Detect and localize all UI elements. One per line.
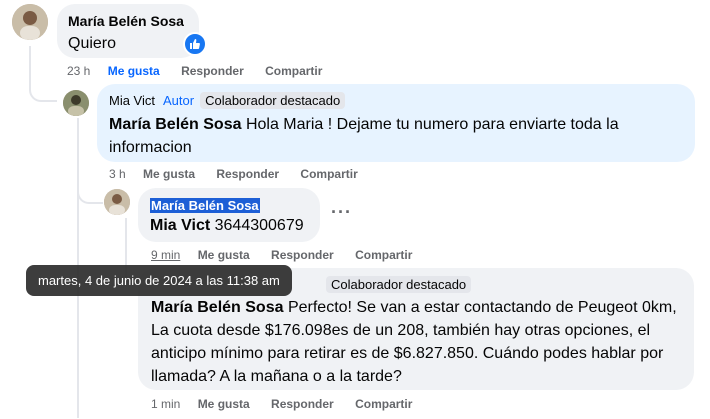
share-button[interactable]: Compartir xyxy=(265,64,322,78)
ellipsis-icon[interactable]: ··· xyxy=(331,202,352,223)
author-badge: Autor xyxy=(163,93,195,108)
share-button[interactable]: Compartir xyxy=(355,397,412,411)
like-button[interactable]: Me gusta xyxy=(108,64,160,78)
comment-text-block: Mia Vict 3644300679 xyxy=(150,214,304,237)
comment-author-wrap: María Belén Sosa xyxy=(150,197,260,215)
comment-text-block: María Belén Sosa Perfecto! Se van a esta… xyxy=(151,296,683,388)
role-badge: Colaborador destacado xyxy=(326,276,472,293)
like-button[interactable]: Me gusta xyxy=(143,167,195,181)
comment-text: Quiero xyxy=(68,35,117,52)
comment-bubble: Mia Vict Autor Colaborador destacado María… xyxy=(97,84,695,162)
share-button[interactable]: Compartir xyxy=(355,248,412,262)
thread-connector xyxy=(29,78,57,102)
avatar[interactable] xyxy=(63,90,89,116)
reply-button[interactable]: Responder xyxy=(271,248,334,262)
like-reaction-icon[interactable] xyxy=(183,32,207,56)
comment-time[interactable]: 9 min xyxy=(151,248,180,262)
comment-actions: 9 min Me gusta Responder Compartir xyxy=(151,248,430,262)
share-button[interactable]: Compartir xyxy=(300,167,357,181)
comment-actions: 23 h Me gusta Responder Compartir xyxy=(67,64,340,78)
comment-time[interactable]: 23 h xyxy=(67,64,90,78)
comment-header: Colaborador destacado xyxy=(320,276,472,293)
mention-link[interactable]: María Belén Sosa xyxy=(109,116,242,133)
comment-author[interactable]: Mia Vict xyxy=(109,93,155,108)
mention-link[interactable]: María Belén Sosa xyxy=(151,299,284,316)
reply-button[interactable]: Responder xyxy=(216,167,279,181)
comment-bubble: María Belén Sosa Quiero xyxy=(57,4,199,58)
reply-button[interactable]: Responder xyxy=(271,397,334,411)
comment-actions: 1 min Me gusta Responder Compartir xyxy=(151,397,430,411)
comment-author[interactable]: María Belén Sosa xyxy=(150,198,260,213)
timestamp-tooltip: martes, 4 de junio de 2024 a las 11:38 a… xyxy=(26,265,292,296)
comment-time[interactable]: 3 h xyxy=(109,167,126,181)
comment-bubble: María Belén Sosa Mia Vict 3644300679 xyxy=(138,188,320,242)
comment-header: Mia Vict Autor Colaborador destacado xyxy=(109,92,346,109)
comment-time[interactable]: 1 min xyxy=(151,397,180,411)
thread-connector xyxy=(77,180,103,204)
comment-actions: 3 h Me gusta Responder Compartir xyxy=(109,167,376,181)
role-badge: Colaborador destacado xyxy=(200,92,346,109)
avatar[interactable] xyxy=(104,189,130,215)
like-button[interactable]: Me gusta xyxy=(198,248,250,262)
avatar[interactable] xyxy=(12,4,48,40)
mention-link[interactable]: Mia Vict xyxy=(150,217,210,234)
comment-author[interactable]: María Belén Sosa xyxy=(68,13,184,29)
comment-text: 3644300679 xyxy=(214,217,304,234)
reply-button[interactable]: Responder xyxy=(181,64,244,78)
like-button[interactable]: Me gusta xyxy=(198,397,250,411)
comment-text-block: María Belén Sosa Hola Maria ! Dejame tu … xyxy=(109,113,669,159)
